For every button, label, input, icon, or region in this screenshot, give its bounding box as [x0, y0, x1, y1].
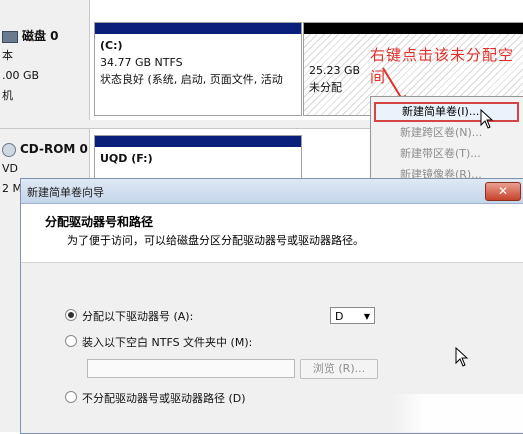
wizard-title: 新建简单卷向导: [27, 186, 104, 199]
wizard-heading: 分配驱动器号和路径: [45, 215, 154, 229]
unallocated-bar: [304, 23, 523, 34]
disk-icon: [2, 30, 18, 43]
partition-c[interactable]: (C:) 34.77 GB NTFS 状态良好 (系统, 启动, 页面文件, 活…: [94, 22, 302, 116]
disk-0-size: .00 GB: [2, 69, 40, 82]
option-mount-folder-label: 装入以下空白 NTFS 文件夹中 (M):: [82, 336, 253, 349]
option-assign-drive-letter-label: 分配以下驱动器号 (A):: [82, 310, 194, 323]
browse-button[interactable]: 浏览 (R)...: [300, 359, 378, 379]
disk-0-label[interactable]: 磁盘 0 本 .00 GB 机: [0, 0, 90, 120]
wizard-header: 分配驱动器号和路径 为了便于访问，可以给磁盘分区分配驱动器号或驱动器路径。: [21, 204, 523, 263]
option-assign-drive-letter[interactable]: 分配以下驱动器号 (A):: [65, 309, 193, 325]
drive-letter-select[interactable]: D ▼: [330, 307, 375, 324]
radio-assign-drive-letter[interactable]: [65, 309, 77, 321]
radio-no-drive-letter[interactable]: [65, 391, 77, 403]
menu-item-new-simple-volume[interactable]: 新建简单卷(I)...: [374, 102, 519, 122]
menu-item-new-spanned-volume[interactable]: 新建跨区卷(N)...: [374, 123, 519, 143]
chevron-down-icon: ▼: [363, 312, 370, 321]
mouse-cursor-icon: [480, 109, 494, 129]
context-menu: 新建简单卷(I)... 新建跨区卷(N)... 新建带区卷(T)... 新建镜像…: [370, 96, 523, 184]
mouse-cursor-icon: [455, 347, 469, 367]
option-no-drive-letter-label: 不分配驱动器号或驱动器路径 (D): [82, 392, 246, 405]
folder-path-input[interactable]: [87, 359, 295, 378]
radio-mount-folder[interactable]: [65, 335, 77, 347]
partition-f[interactable]: UQD (F:): [94, 135, 302, 182]
partition-c-bar: [95, 23, 301, 34]
partition-f-label: UQD (F:): [100, 152, 153, 165]
disk-0-status: 机: [2, 89, 13, 102]
close-icon[interactable]: ✕: [485, 182, 521, 201]
option-no-drive-letter[interactable]: 不分配驱动器号或驱动器路径 (D): [65, 391, 246, 407]
wizard-titlebar[interactable]: 新建简单卷向导 ✕: [21, 179, 523, 204]
cdrom-0-type: VD: [2, 162, 18, 175]
wizard-subheading: 为了便于访问，可以给磁盘分区分配驱动器号或驱动器路径。: [67, 234, 364, 247]
partition-f-bar: [95, 136, 301, 147]
partition-c-status: 状态良好 (系统, 启动, 页面文件, 活动: [100, 73, 283, 86]
option-mount-folder[interactable]: 装入以下空白 NTFS 文件夹中 (M):: [65, 335, 252, 351]
disk-0-name: 磁盘 0: [22, 29, 59, 43]
watermark: [392, 394, 523, 432]
drive-letter-value: D: [335, 310, 344, 323]
partition-c-label: (C:): [100, 39, 123, 52]
cdrom-icon: [2, 142, 16, 157]
disk-0-type: 本: [2, 49, 13, 62]
cdrom-0-name: CD-ROM 0: [20, 142, 88, 156]
menu-item-new-striped-volume[interactable]: 新建带区卷(T)...: [374, 144, 519, 164]
partition-c-size: 34.77 GB NTFS: [100, 56, 183, 69]
